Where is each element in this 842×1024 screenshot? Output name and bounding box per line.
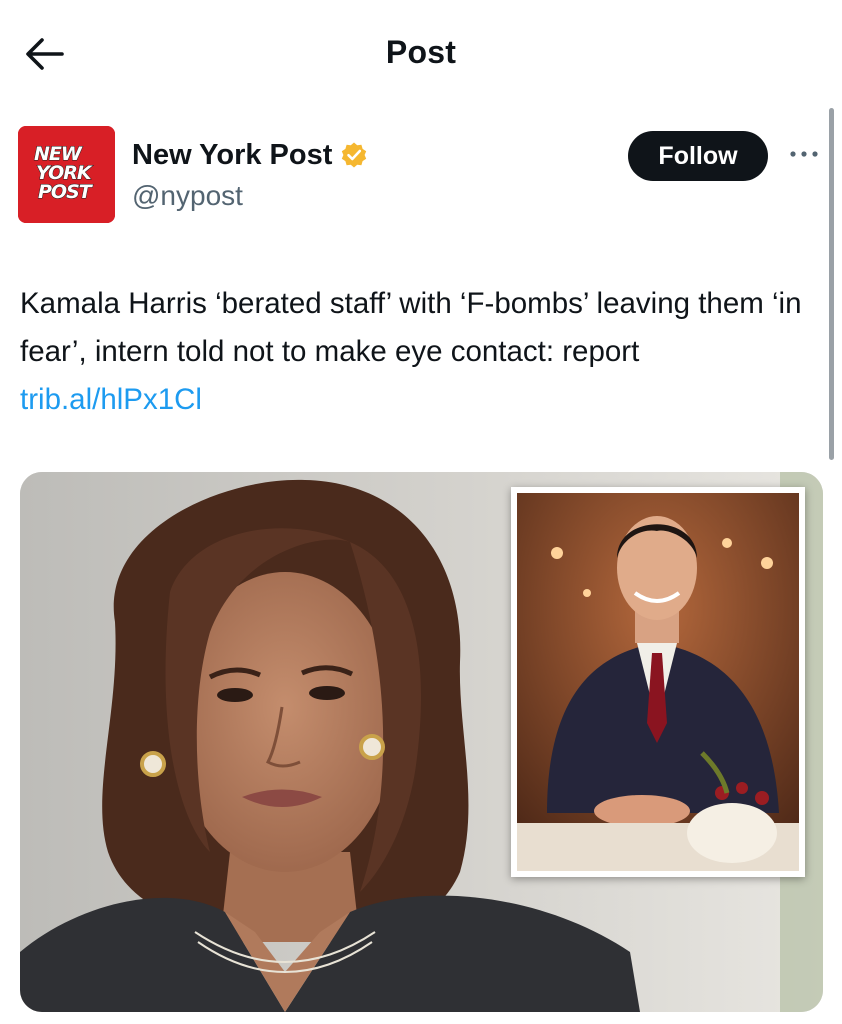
portrait-man-restaurant-photo bbox=[517, 493, 799, 871]
verified-badge-icon bbox=[340, 141, 368, 169]
display-name[interactable]: New York Post bbox=[132, 139, 332, 172]
svg-text:POST: POST bbox=[38, 181, 94, 203]
post-author: NEW YORK POST New York Post @nypost Foll… bbox=[18, 126, 824, 226]
post-text: Kamala Harris ‘berated staff’ with ‘F-bo… bbox=[20, 280, 820, 424]
post-media[interactable] bbox=[20, 472, 823, 1012]
post-body: Kamala Harris ‘berated staff’ with ‘F-bo… bbox=[20, 287, 802, 368]
scrollbar[interactable] bbox=[829, 108, 834, 460]
post-link[interactable]: trib.al/hlPx1Cl bbox=[20, 383, 202, 416]
more-button[interactable] bbox=[788, 142, 822, 166]
top-bar: Post bbox=[0, 0, 842, 108]
page-title: Post bbox=[385, 34, 457, 70]
inset-photo bbox=[511, 487, 805, 877]
avatar[interactable]: NEW YORK POST bbox=[18, 126, 115, 223]
more-horizontal-icon bbox=[790, 151, 818, 157]
follow-button[interactable]: Follow bbox=[628, 131, 768, 181]
user-handle[interactable]: @nypost bbox=[132, 180, 243, 212]
nypost-logo: NEW YORK POST bbox=[18, 126, 115, 223]
name-line: New York Post bbox=[132, 138, 368, 172]
